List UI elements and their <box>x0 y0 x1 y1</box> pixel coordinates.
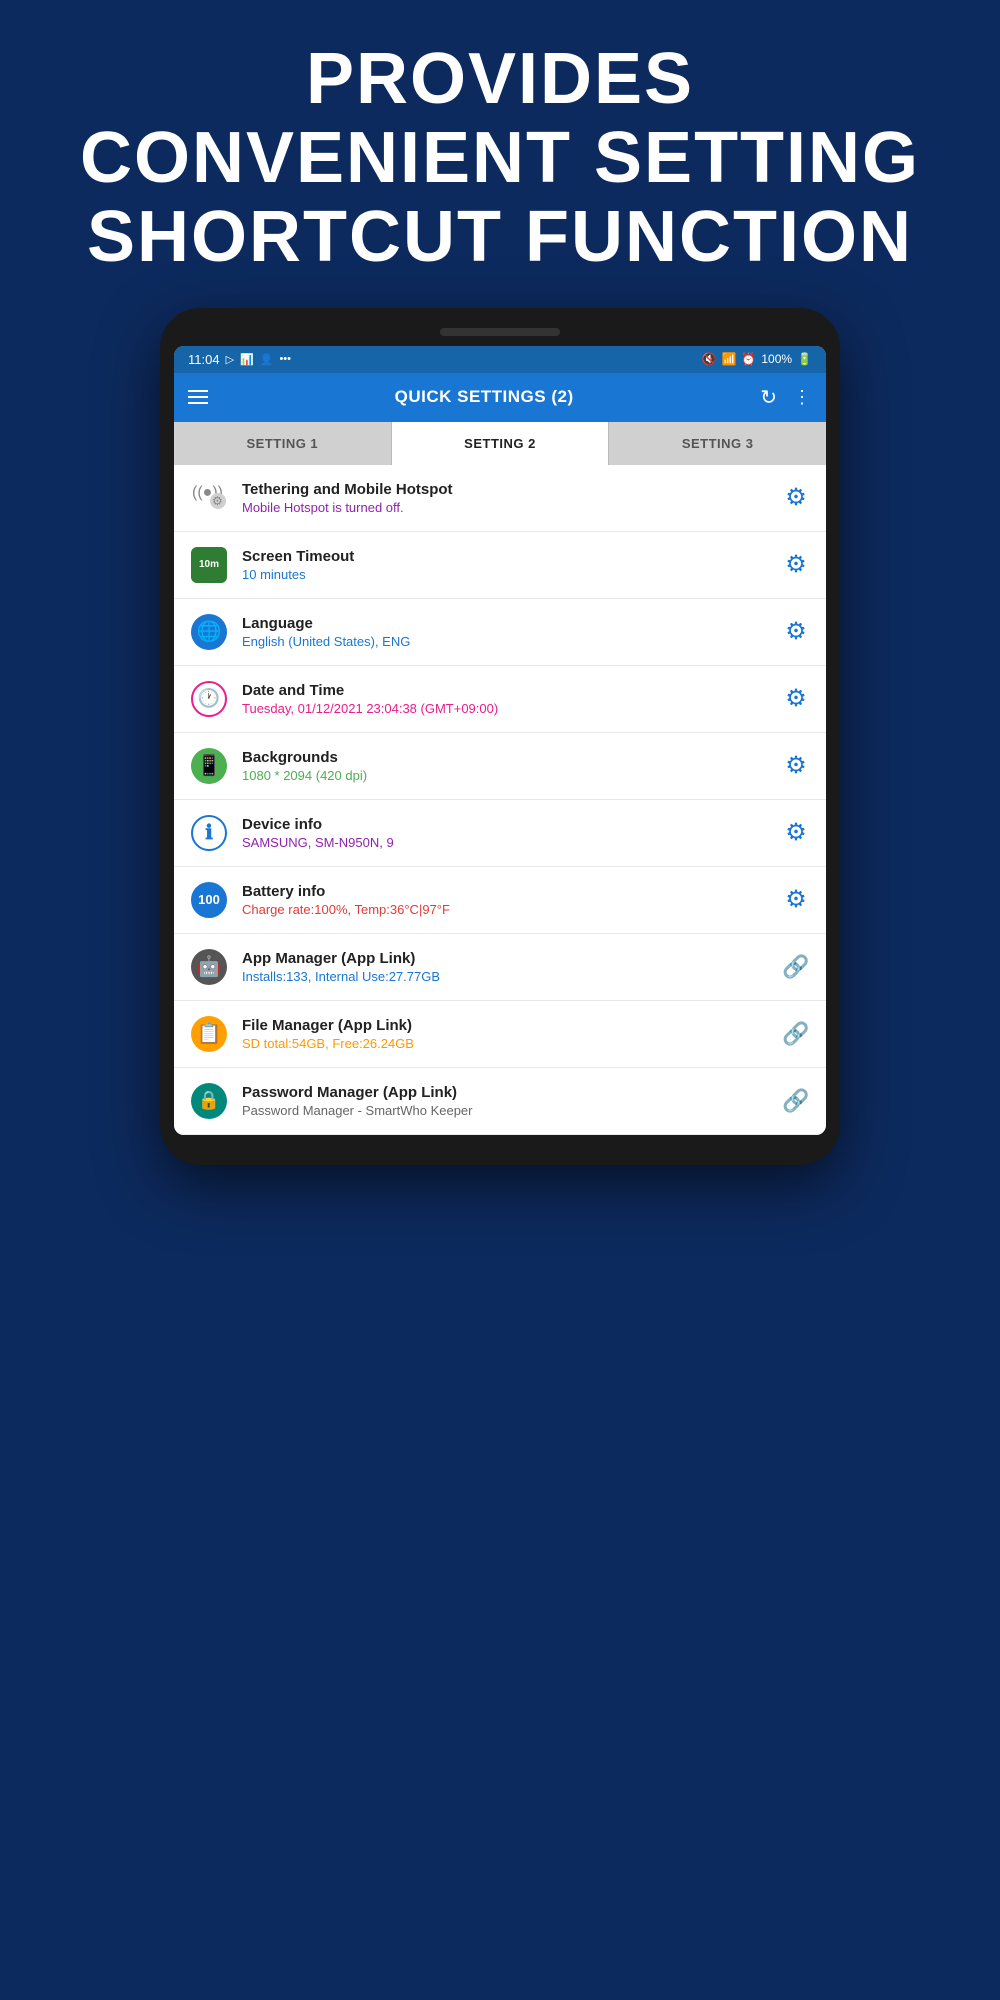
file-manager-title: File Manager (App Link) <box>242 1017 768 1034</box>
phone-wrapper: 11:04 ▷ 📊 👤 ••• 🔇 📶 ⏰ 100% 🔋 <box>0 308 1000 1165</box>
header-text: PROVIDES CONVENIENT SETTING SHORTCUT FUN… <box>0 0 1000 308</box>
status-person-icon: 👤 <box>260 353 274 366</box>
status-bar-icon: 📊 <box>240 353 254 366</box>
screen-timeout-icon: 10m <box>188 544 230 586</box>
device-info-content: Device info SAMSUNG, SM-N950N, 9 <box>242 816 768 850</box>
file-manager-icon: 📋 <box>188 1013 230 1055</box>
password-manager-subtitle: Password Manager - SmartWho Keeper <box>242 1103 768 1118</box>
battery-info-icon: 100 <box>188 879 230 921</box>
app-bar-actions: ↻ ⋮ <box>760 385 812 410</box>
status-dots: ••• <box>279 353 291 365</box>
setting-screen-timeout[interactable]: 10m Screen Timeout 10 minutes ⚙ <box>174 532 826 599</box>
screen-timeout-title: Screen Timeout <box>242 548 768 565</box>
battery-info-title: Battery info <box>242 883 768 900</box>
hamburger-menu[interactable] <box>188 390 208 404</box>
setting-language[interactable]: 🌐 Language English (United States), ENG … <box>174 599 826 666</box>
app-bar: QUICK SETTINGS (2) ↻ ⋮ <box>174 373 826 422</box>
tethering-title: Tethering and Mobile Hotspot <box>242 481 768 498</box>
backgrounds-title: Backgrounds <box>242 749 768 766</box>
tethering-action[interactable]: ⚙ <box>780 482 812 514</box>
password-manager-content: Password Manager (App Link) Password Man… <box>242 1084 768 1118</box>
header-line3: SHORTCUT FUNCTION <box>60 198 940 277</box>
tabs: SETTING 1 SETTING 2 SETTING 3 <box>174 422 826 465</box>
language-action[interactable]: ⚙ <box>780 616 812 648</box>
status-battery-icon: 🔋 <box>797 352 812 366</box>
status-left: 11:04 ▷ 📊 👤 ••• <box>188 352 291 367</box>
app-manager-icon: 🤖 <box>188 946 230 988</box>
status-play-icon: ▷ <box>226 353 234 366</box>
app-manager-subtitle: Installs:133, Internal Use:27.77GB <box>242 969 768 984</box>
status-mute-icon: 🔇 <box>701 352 716 366</box>
screen-timeout-action[interactable]: ⚙ <box>780 549 812 581</box>
setting-device-info[interactable]: ℹ Device info SAMSUNG, SM-N950N, 9 ⚙ <box>174 800 826 867</box>
language-title: Language <box>242 615 768 632</box>
setting-app-manager[interactable]: 🤖 App Manager (App Link) Installs:133, I… <box>174 934 826 1001</box>
file-manager-content: File Manager (App Link) SD total:54GB, F… <box>242 1017 768 1051</box>
svg-text:⚙: ⚙ <box>212 494 223 508</box>
header-line2: CONVENIENT SETTING <box>60 119 940 198</box>
setting-battery-info[interactable]: 100 Battery info Charge rate:100%, Temp:… <box>174 867 826 934</box>
setting-file-manager[interactable]: 📋 File Manager (App Link) SD total:54GB,… <box>174 1001 826 1068</box>
status-battery-pct: 100% <box>761 352 792 366</box>
backgrounds-subtitle: 1080 * 2094 (420 dpi) <box>242 768 768 783</box>
file-manager-action[interactable]: 🔗 <box>780 1018 812 1050</box>
battery-info-content: Battery info Charge rate:100%, Temp:36°C… <box>242 883 768 917</box>
screen-timeout-icon-label: 10m <box>199 559 219 570</box>
backgrounds-action[interactable]: ⚙ <box>780 750 812 782</box>
date-time-subtitle: Tuesday, 01/12/2021 23:04:38 (GMT+09:00) <box>242 701 768 716</box>
status-wifi-icon: 📶 <box>721 352 736 366</box>
setting-date-time[interactable]: 🕐 Date and Time Tuesday, 01/12/2021 23:0… <box>174 666 826 733</box>
backgrounds-icon: 📱 <box>188 745 230 787</box>
refresh-button[interactable]: ↻ <box>760 385 777 410</box>
battery-info-subtitle: Charge rate:100%, Temp:36°C|97°F <box>242 902 768 917</box>
screen-timeout-subtitle: 10 minutes <box>242 567 768 582</box>
date-time-title: Date and Time <box>242 682 768 699</box>
device-info-subtitle: SAMSUNG, SM-N950N, 9 <box>242 835 768 850</box>
device-info-icon: ℹ <box>188 812 230 854</box>
tab-setting2[interactable]: SETTING 2 <box>392 422 610 465</box>
backgrounds-content: Backgrounds 1080 * 2094 (420 dpi) <box>242 749 768 783</box>
file-manager-subtitle: SD total:54GB, Free:26.24GB <box>242 1036 768 1051</box>
language-icon: 🌐 <box>188 611 230 653</box>
tethering-content: Tethering and Mobile Hotspot Mobile Hots… <box>242 481 768 515</box>
password-manager-icon: 🔒 <box>188 1080 230 1122</box>
phone-notch <box>440 328 560 336</box>
device-info-title: Device info <box>242 816 768 833</box>
date-time-content: Date and Time Tuesday, 01/12/2021 23:04:… <box>242 682 768 716</box>
app-manager-content: App Manager (App Link) Installs:133, Int… <box>242 950 768 984</box>
date-time-icon: 🕐 <box>188 678 230 720</box>
date-time-action[interactable]: ⚙ <box>780 683 812 715</box>
status-alarm-icon: ⏰ <box>741 352 756 366</box>
tethering-subtitle: Mobile Hotspot is turned off. <box>242 500 768 515</box>
more-button[interactable]: ⋮ <box>793 387 812 408</box>
password-manager-title: Password Manager (App Link) <box>242 1084 768 1101</box>
screen-timeout-content: Screen Timeout 10 minutes <box>242 548 768 582</box>
setting-backgrounds[interactable]: 📱 Backgrounds 1080 * 2094 (420 dpi) ⚙ <box>174 733 826 800</box>
app-bar-title: QUICK SETTINGS (2) <box>395 387 574 407</box>
setting-password-manager[interactable]: 🔒 Password Manager (App Link) Password M… <box>174 1068 826 1135</box>
status-right: 🔇 📶 ⏰ 100% 🔋 <box>701 352 812 366</box>
device-info-action[interactable]: ⚙ <box>780 817 812 849</box>
language-content: Language English (United States), ENG <box>242 615 768 649</box>
settings-list: ((●)) ⚙ Tethering and Mobile Hotspot Mob… <box>174 465 826 1135</box>
phone-screen: 11:04 ▷ 📊 👤 ••• 🔇 📶 ⏰ 100% 🔋 <box>174 346 826 1135</box>
password-manager-action[interactable]: 🔗 <box>780 1085 812 1117</box>
app-manager-action[interactable]: 🔗 <box>780 951 812 983</box>
phone-frame: 11:04 ▷ 📊 👤 ••• 🔇 📶 ⏰ 100% 🔋 <box>160 308 840 1165</box>
tethering-icon: ((●)) ⚙ <box>188 477 230 519</box>
setting-tethering[interactable]: ((●)) ⚙ Tethering and Mobile Hotspot Mob… <box>174 465 826 532</box>
status-bar: 11:04 ▷ 📊 👤 ••• 🔇 📶 ⏰ 100% 🔋 <box>174 346 826 373</box>
app-manager-title: App Manager (App Link) <box>242 950 768 967</box>
battery-info-action[interactable]: ⚙ <box>780 884 812 916</box>
header-line1: PROVIDES <box>60 40 940 119</box>
language-subtitle: English (United States), ENG <box>242 634 768 649</box>
tab-setting3[interactable]: SETTING 3 <box>609 422 826 465</box>
status-time: 11:04 <box>188 352 220 367</box>
tab-setting1[interactable]: SETTING 1 <box>174 422 392 465</box>
